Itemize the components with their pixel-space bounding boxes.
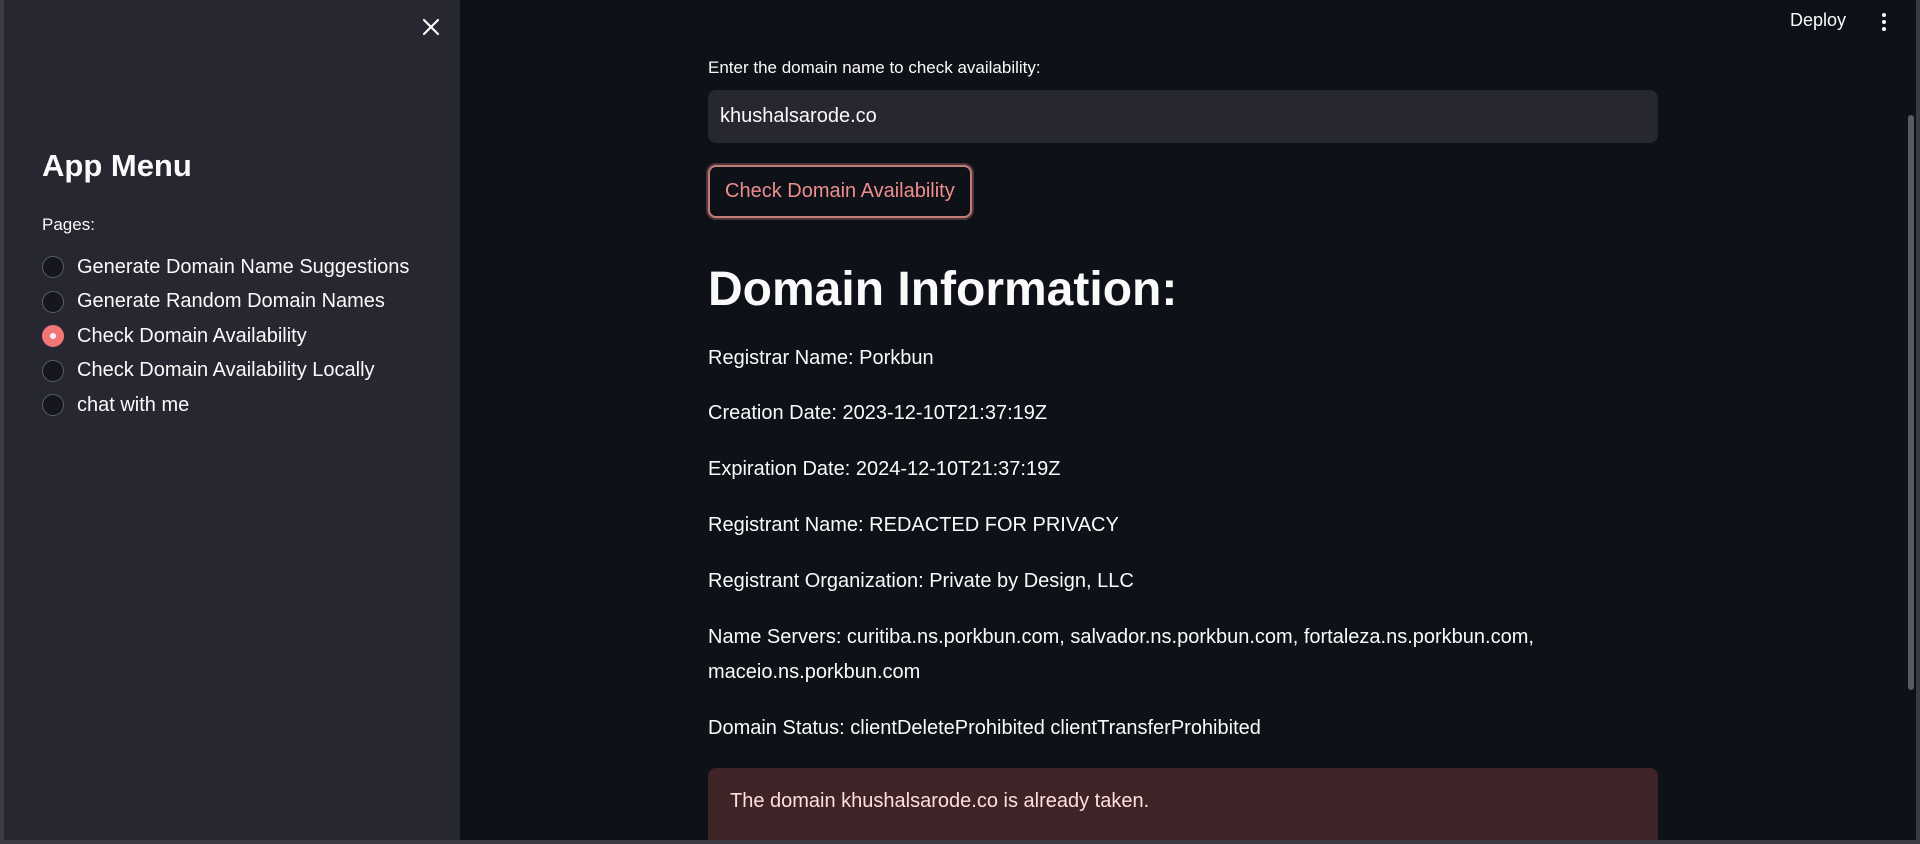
radio-label: chat with me (77, 393, 190, 416)
radio-generate-domain-name-suggestions[interactable]: Generate Domain Name Suggestions (42, 250, 409, 285)
check-domain-availability-button[interactable]: Check Domain Availability (708, 165, 972, 218)
radio-button[interactable] (42, 290, 64, 313)
window-border (1916, 0, 1920, 844)
name-servers-line-2: maceio.ns.porkbun.com (708, 661, 921, 683)
error-alert: The domain khushalsarode.co is already t… (708, 768, 1658, 844)
app-window: App Menu Pages: Generate Domain Name Sug… (0, 0, 1920, 844)
radio-generate-random-domain-names[interactable]: Generate Random Domain Names (42, 285, 409, 320)
registrant-name: Registrant Name: REDACTED FOR PRIVACY (708, 514, 1119, 536)
pages-label: Pages: (42, 215, 95, 234)
domain-input-label: Enter the domain name to check availabil… (708, 58, 1041, 77)
pages-radio-group: Generate Domain Name Suggestions Generat… (42, 250, 409, 423)
window-border-bottom (0, 840, 1920, 844)
name-servers-line-1: Name Servers: curitiba.ns.porkbun.com, s… (708, 626, 1534, 648)
registrant-organization: Registrant Organization: Private by Desi… (708, 570, 1134, 592)
radio-label: Generate Domain Name Suggestions (77, 255, 410, 278)
sidebar-title: App Menu (42, 148, 192, 183)
radio-label: Generate Random Domain Names (77, 290, 385, 313)
kebab-menu-icon (1882, 13, 1886, 17)
close-icon (422, 18, 440, 36)
deploy-button[interactable]: Deploy (1790, 10, 1846, 34)
domain-input[interactable] (708, 90, 1658, 143)
domain-information-heading: Domain Information: (708, 263, 1178, 316)
radio-button-selected[interactable] (42, 325, 64, 348)
main-scrollbar[interactable] (1908, 115, 1914, 690)
radio-button[interactable] (42, 394, 64, 417)
main-menu-button[interactable] (1872, 8, 1896, 36)
sidebar: App Menu Pages: Generate Domain Name Sug… (0, 0, 460, 844)
radio-chat-with-me[interactable]: chat with me (42, 388, 409, 423)
radio-button[interactable] (42, 359, 64, 382)
radio-label: Check Domain Availability Locally (77, 359, 375, 382)
radio-check-domain-availability[interactable]: Check Domain Availability (42, 319, 409, 354)
radio-label: Check Domain Availability (77, 324, 307, 347)
radio-button[interactable] (42, 256, 64, 279)
creation-date: Creation Date: 2023-12-10T21:37:19Z (708, 402, 1048, 424)
registrar-name: Registrar Name: Porkbun (708, 347, 934, 369)
close-sidebar-button[interactable] (414, 10, 448, 44)
radio-check-domain-availability-locally[interactable]: Check Domain Availability Locally (42, 354, 409, 389)
expiration-date: Expiration Date: 2024-12-10T21:37:19Z (708, 458, 1061, 480)
domain-status: Domain Status: clientDeleteProhibited cl… (708, 717, 1261, 739)
